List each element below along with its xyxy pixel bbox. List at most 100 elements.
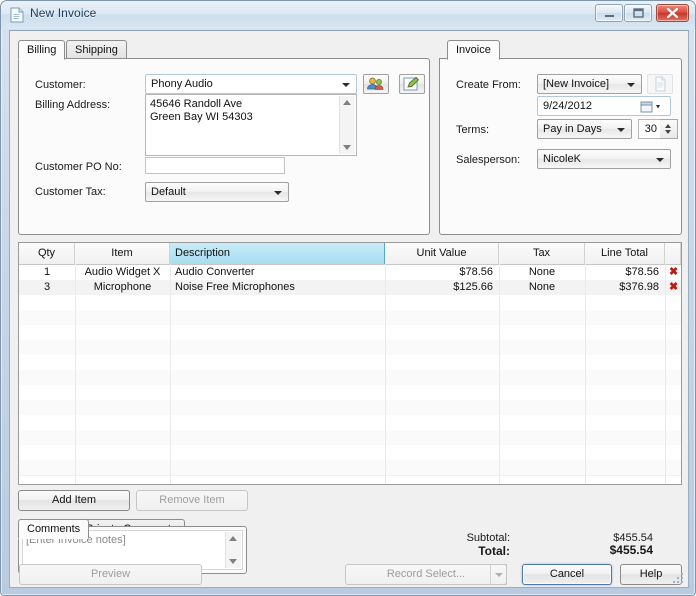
- client-area: Billing Shipping Customer: Phony Audio B…: [9, 30, 689, 588]
- table-row[interactable]: [19, 430, 681, 446]
- terms-combo[interactable]: Pay in Days: [537, 119, 632, 139]
- stepper-down-icon[interactable]: [665, 130, 671, 134]
- stepper-up-icon[interactable]: [665, 124, 671, 128]
- table-row[interactable]: [19, 460, 681, 476]
- create-from-value: [New Invoice]: [543, 78, 610, 90]
- select-customer-button[interactable]: [363, 74, 389, 94]
- grid-header-tax[interactable]: Tax: [499, 243, 585, 264]
- comments-scrollbar[interactable]: [225, 532, 241, 568]
- customer-tax-combo[interactable]: Default: [145, 182, 289, 202]
- billing-address-textarea[interactable]: 45646 Randoll Ave Green Bay WI 54303: [145, 94, 357, 156]
- terms-days-input[interactable]: 30: [638, 119, 660, 139]
- preview-button[interactable]: Preview: [19, 564, 202, 585]
- scroll-up-icon[interactable]: [229, 536, 237, 541]
- grid-cell-qty[interactable]: 1: [19, 265, 75, 280]
- table-row[interactable]: 3 Microphone Noise Free Microphones $125.66…: [19, 280, 681, 296]
- grid-header-qty[interactable]: Qty: [19, 243, 75, 264]
- title-bar[interactable]: New Invoice: [1, 1, 695, 29]
- maximize-button[interactable]: [624, 4, 652, 22]
- table-row[interactable]: [19, 370, 681, 386]
- window-title: New Invoice: [30, 6, 97, 20]
- billing-address-scrollbar[interactable]: [339, 96, 355, 154]
- scroll-up-icon[interactable]: [343, 100, 351, 105]
- billing-address-line-2: Green Bay WI 54303: [150, 111, 253, 123]
- delete-row-icon[interactable]: ✖: [669, 266, 678, 279]
- salesperson-combo[interactable]: NicoleK: [537, 149, 671, 169]
- grid-cell-line_total[interactable]: $376.98: [585, 280, 665, 295]
- salesperson-value: NicoleK: [543, 153, 581, 165]
- record-select-dropdown[interactable]: [490, 564, 507, 585]
- terms-label: Terms:: [456, 124, 489, 136]
- edit-customer-button[interactable]: [399, 74, 425, 94]
- create-from-combo[interactable]: [New Invoice]: [537, 74, 642, 94]
- terms-days-stepper[interactable]: [660, 119, 678, 139]
- document-icon: [10, 7, 24, 23]
- chevron-down-icon: [495, 573, 503, 577]
- table-row[interactable]: [19, 400, 681, 416]
- close-button[interactable]: [656, 4, 689, 22]
- record-select-button[interactable]: Record Select...: [345, 564, 507, 585]
- calendar-icon[interactable]: [639, 100, 667, 114]
- billing-address-label: Billing Address:: [35, 99, 111, 111]
- invoice-panel: Create From: [New Invoice] 9/24/2012 Ter…: [439, 58, 682, 235]
- grid-header-description[interactable]: Description: [170, 243, 385, 264]
- grid-cell-description[interactable]: Audio Converter: [170, 265, 385, 280]
- table-row[interactable]: [19, 385, 681, 401]
- tab-comments[interactable]: Comments: [18, 519, 90, 539]
- scroll-down-icon[interactable]: [229, 559, 237, 564]
- grid-header-line_total[interactable]: Line Total: [585, 243, 665, 264]
- table-row[interactable]: [19, 340, 681, 356]
- table-row[interactable]: [19, 355, 681, 371]
- table-row[interactable]: 1 Audio Widget X Audio Converter $78.56 None…: [19, 265, 681, 281]
- resize-grip[interactable]: [673, 573, 685, 585]
- grid-cell-qty[interactable]: 3: [19, 280, 75, 295]
- grid-cell-description[interactable]: Noise Free Microphones: [170, 280, 385, 295]
- create-from-label: Create From:: [456, 79, 521, 91]
- remove-item-button[interactable]: Remove Item: [136, 490, 248, 511]
- grid-header-item[interactable]: Item: [75, 243, 170, 264]
- grid-column-divider: [499, 264, 500, 484]
- grid-header-actions: [665, 243, 681, 264]
- grid-cell-item[interactable]: Audio Widget X: [75, 265, 170, 280]
- delete-row-icon[interactable]: ✖: [669, 281, 678, 294]
- customer-combo[interactable]: Phony Audio: [145, 74, 357, 94]
- minimize-button[interactable]: [595, 4, 623, 22]
- billing-address-line-1: 45646 Randoll Ave: [150, 98, 243, 110]
- chevron-down-icon: [274, 191, 282, 195]
- subtotal-label: Subtotal:: [466, 532, 510, 544]
- billing-panel: Customer: Phony Audio Billing Address: 4…: [18, 58, 430, 235]
- chevron-down-icon: [617, 128, 625, 132]
- tab-billing[interactable]: Billing: [18, 40, 66, 60]
- table-row[interactable]: [19, 445, 681, 461]
- table-row[interactable]: [19, 415, 681, 431]
- salesperson-label: Salesperson:: [456, 154, 521, 166]
- grid-cell-tax[interactable]: None: [499, 280, 585, 295]
- add-item-button[interactable]: Add Item: [18, 490, 130, 511]
- tab-shipping[interactable]: Shipping: [66, 40, 127, 59]
- invoice-date-input[interactable]: 9/24/2012: [537, 96, 671, 116]
- table-row[interactable]: [19, 295, 681, 311]
- source-document-button[interactable]: [647, 74, 673, 94]
- customer-po-input[interactable]: [145, 157, 285, 174]
- terms-value: Pay in Days: [543, 123, 602, 135]
- cancel-button[interactable]: Cancel: [522, 564, 612, 585]
- chevron-down-icon: [627, 83, 635, 87]
- grid-header-unit_value[interactable]: Unit Value: [385, 243, 499, 264]
- grid-cell-line_total[interactable]: $78.56: [585, 265, 665, 280]
- total-label: Total:: [478, 544, 510, 558]
- grid-cell-unit_value[interactable]: $125.66: [385, 280, 499, 295]
- grid-column-divider: [75, 264, 76, 484]
- scroll-down-icon[interactable]: [343, 145, 351, 150]
- tab-invoice[interactable]: Invoice: [447, 40, 500, 60]
- total-value: $455.54: [609, 543, 653, 557]
- table-row[interactable]: [19, 310, 681, 326]
- grid-column-divider: [585, 264, 586, 484]
- grid-cell-tax[interactable]: None: [499, 265, 585, 280]
- invoice-window: New Invoice Billing Shipping Customer: P…: [0, 0, 696, 596]
- grid-cell-unit_value[interactable]: $78.56: [385, 265, 499, 280]
- grid-column-divider: [385, 264, 386, 484]
- table-row[interactable]: [19, 325, 681, 341]
- grid-cell-item[interactable]: Microphone: [75, 280, 170, 295]
- line-items-grid[interactable]: Qty Item Description Unit Value Tax Line Tota…: [18, 242, 682, 485]
- customer-tax-value: Default: [151, 186, 186, 198]
